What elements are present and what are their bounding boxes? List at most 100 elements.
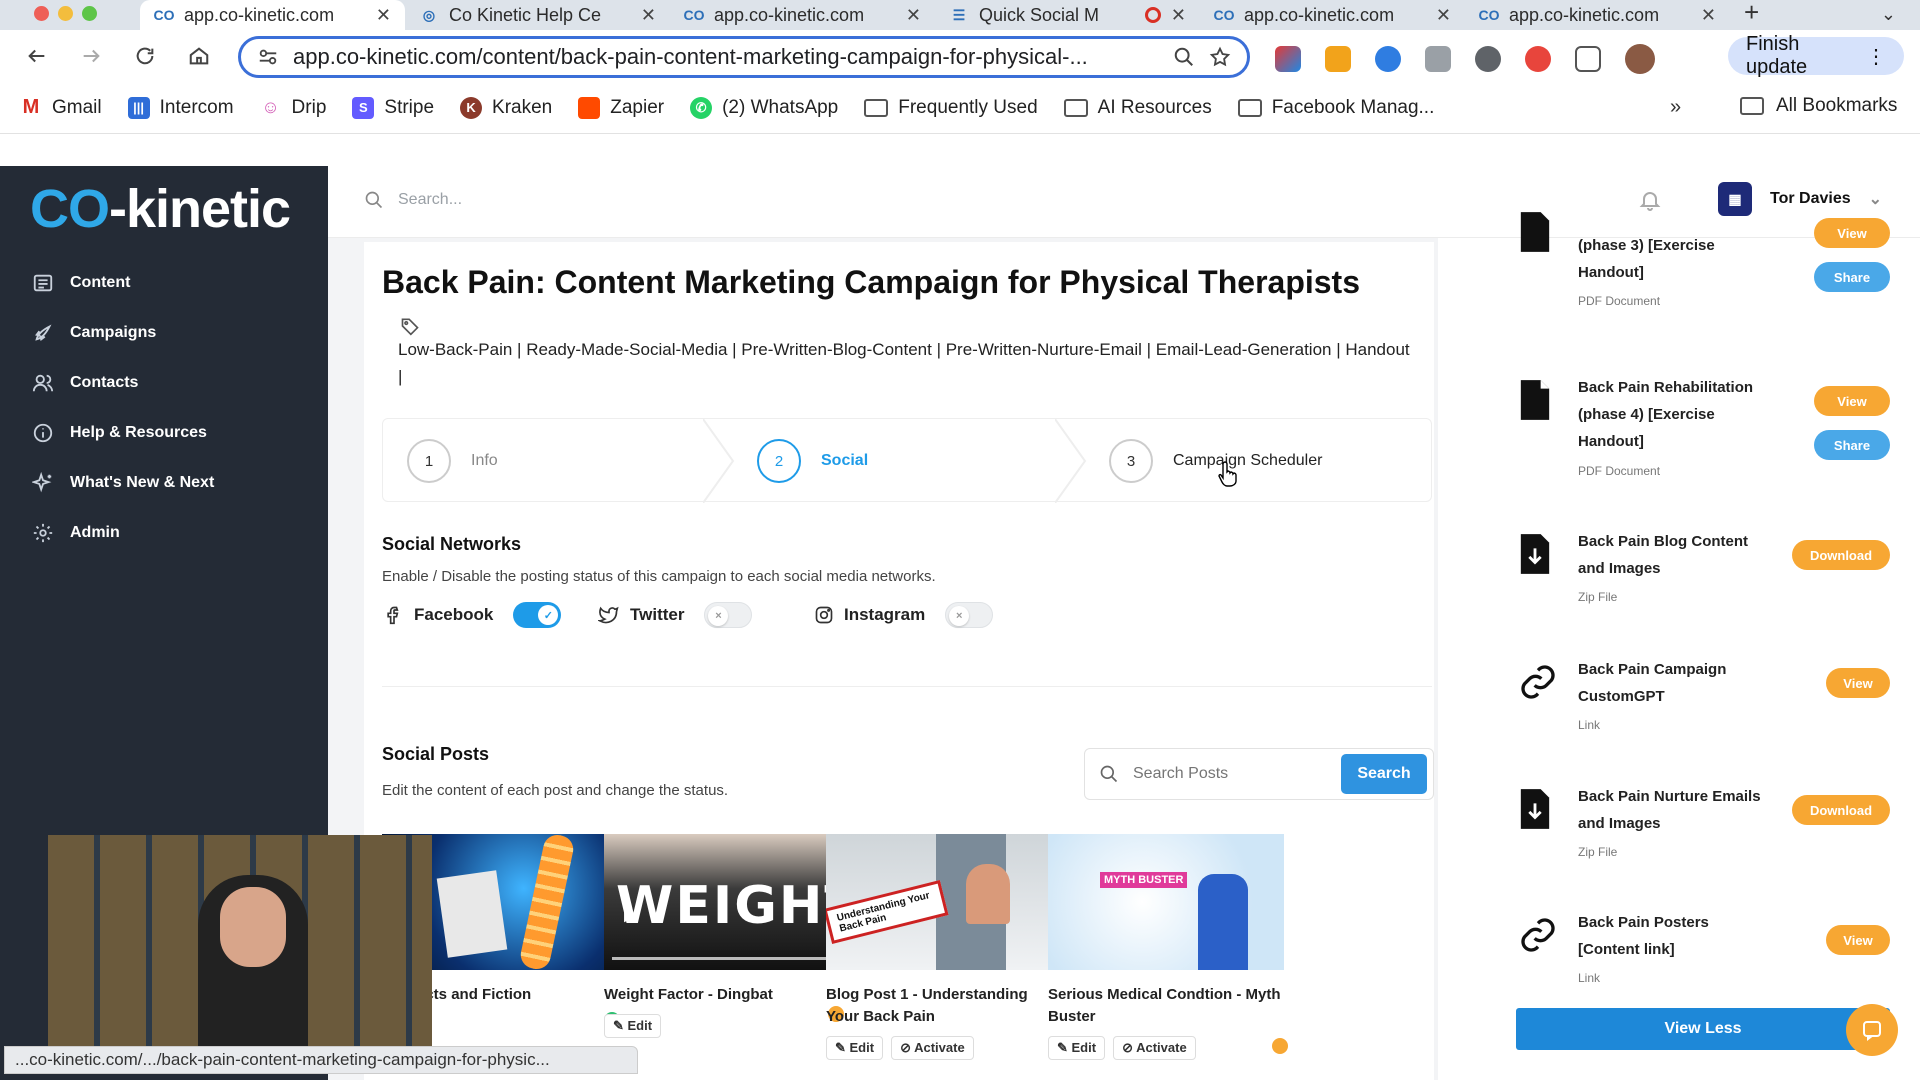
chevron-down-icon: ⌄: [1868, 191, 1883, 208]
edit-post-button[interactable]: ✎ Edit: [826, 1036, 884, 1060]
view-less-button[interactable]: View Less: [1516, 1008, 1890, 1050]
browser-tab[interactable]: CO app.co-kinetic.com ✕: [1465, 0, 1730, 30]
post-thumbnail[interactable]: MYTH BUSTER: [1048, 834, 1284, 970]
tab-search-chevron-icon[interactable]: ⌄: [1881, 4, 1896, 25]
close-tab-icon[interactable]: ✕: [1436, 5, 1451, 26]
instagram-toggle[interactable]: ×: [945, 602, 994, 628]
co-kinetic-favicon-icon: CO: [1478, 7, 1500, 23]
bookmark-folder-ai-resources[interactable]: AI Resources: [1063, 97, 1212, 119]
post-card[interactable]: WEIGHT ▶ Weight Factor - Dingbat ✎ Edit: [604, 834, 844, 1038]
step-info[interactable]: 1 Info: [407, 439, 498, 483]
bookmark-folder-frequently-used[interactable]: Frequently Used: [864, 97, 1038, 119]
bookmark-folder-facebook[interactable]: Facebook Manag...: [1237, 97, 1434, 119]
bookmark-intercom[interactable]: ||| Intercom: [127, 96, 234, 119]
nav-item-campaigns[interactable]: Campaigns: [32, 322, 156, 344]
download-button[interactable]: Download: [1792, 540, 1890, 570]
notifications-button[interactable]: [1638, 188, 1662, 212]
extension-icon[interactable]: [1375, 46, 1401, 72]
view-button[interactable]: View: [1826, 668, 1890, 698]
nav-item-contacts[interactable]: Contacts: [32, 372, 138, 394]
search-input[interactable]: Search...: [398, 191, 462, 209]
step-social[interactable]: 2 Social: [757, 439, 868, 483]
close-tab-icon[interactable]: ✕: [906, 5, 921, 26]
post-thumbnail[interactable]: WEIGHT ▶: [604, 834, 840, 970]
view-button[interactable]: View: [1814, 386, 1890, 416]
browser-tab[interactable]: CO app.co-kinetic.com ✕: [140, 0, 405, 30]
bookmarks-overflow-button[interactable]: »: [1670, 96, 1681, 119]
close-tab-icon[interactable]: ✕: [641, 5, 656, 26]
forward-button[interactable]: [64, 45, 118, 67]
extension-icon[interactable]: [1475, 46, 1501, 72]
recording-icon: [1144, 7, 1161, 23]
post-card[interactable]: Understanding Your Back Pain Blog Post 1…: [826, 834, 1066, 1060]
co-kinetic-favicon-icon: CO: [153, 7, 175, 23]
close-tab-icon[interactable]: ✕: [376, 5, 391, 26]
browser-tab[interactable]: CO app.co-kinetic.com ✕: [1200, 0, 1465, 30]
extension-icon[interactable]: [1275, 46, 1301, 72]
patient-image: [966, 864, 1010, 924]
nav-item-whats-new[interactable]: What's New & Next: [32, 472, 214, 494]
nav-item-admin[interactable]: Admin: [32, 522, 120, 544]
post-thumbnail[interactable]: Understanding Your Back Pain: [826, 834, 1062, 970]
bookmark-whatsapp[interactable]: ✆ (2) WhatsApp: [690, 96, 838, 119]
address-bar[interactable]: app.co-kinetic.com/content/back-pain-con…: [238, 36, 1250, 78]
facebook-icon: [387, 606, 399, 625]
puzzle-extensions-icon[interactable]: [1575, 46, 1601, 72]
browser-tab[interactable]: ☰ Quick Social M ✕: [935, 0, 1200, 30]
step-campaign-scheduler[interactable]: 3 Campaign Scheduler: [1109, 439, 1322, 483]
bookmark-gmail[interactable]: M Gmail: [20, 96, 102, 119]
activate-post-button[interactable]: ⊘ Activate: [1113, 1036, 1196, 1060]
view-button[interactable]: View: [1814, 218, 1890, 248]
search-posts-input[interactable]: [1133, 765, 1323, 783]
chat-launcher-button[interactable]: [1846, 1004, 1898, 1056]
all-bookmarks-button[interactable]: All Bookmarks: [1740, 95, 1897, 117]
social-networks-heading: Social Networks: [382, 534, 522, 554]
profile-avatar[interactable]: [1625, 44, 1655, 74]
home-button[interactable]: [172, 45, 226, 67]
twitter-toggle[interactable]: ×: [704, 602, 753, 628]
co-kinetic-logo[interactable]: CO-kinetic: [30, 178, 291, 240]
user-menu[interactable]: ▦ Tor Davies ⌄: [1718, 182, 1882, 216]
video-progress-bar[interactable]: [612, 957, 832, 960]
edit-post-button[interactable]: ✎ Edit: [604, 1014, 662, 1038]
download-button[interactable]: Download: [1792, 795, 1890, 825]
activate-post-button[interactable]: ⊘ Activate: [891, 1036, 974, 1060]
search-posts-button[interactable]: Search: [1341, 754, 1427, 794]
view-button[interactable]: View: [1826, 925, 1890, 955]
bookmark-drip[interactable]: ☺ Drip: [259, 96, 326, 119]
browser-tab[interactable]: ◎ Co Kinetic Help Ce ✕: [405, 0, 670, 30]
close-tab-icon[interactable]: ✕: [1171, 5, 1186, 26]
back-button[interactable]: [10, 45, 64, 67]
zoom-icon[interactable]: [1173, 46, 1195, 68]
reload-button[interactable]: [118, 45, 172, 67]
folder-icon: [864, 98, 889, 117]
minimize-window-button[interactable]: [58, 6, 73, 21]
finish-update-button[interactable]: Finish update ⋮: [1728, 33, 1904, 78]
bookmark-zapier[interactable]: Zapier: [578, 96, 664, 119]
nav-item-content[interactable]: Content: [32, 272, 130, 294]
close-tab-icon[interactable]: ✕: [1701, 5, 1716, 26]
camera-extension-icon[interactable]: [1425, 46, 1451, 72]
maximize-window-button[interactable]: [82, 6, 97, 21]
facebook-toggle[interactable]: ✓: [513, 602, 562, 628]
nav-item-help-resources[interactable]: Help & Resources: [32, 422, 207, 444]
site-settings-icon[interactable]: [257, 46, 279, 68]
share-button[interactable]: Share: [1814, 262, 1890, 292]
social-posts-description: Edit the content of each post and change…: [382, 782, 729, 799]
edit-post-button[interactable]: ✎ Edit: [1048, 1036, 1106, 1060]
url-text[interactable]: app.co-kinetic.com/content/back-pain-con…: [293, 44, 1159, 70]
global-search[interactable]: Search...: [364, 190, 462, 210]
browser-tab[interactable]: CO app.co-kinetic.com ✕: [670, 0, 935, 30]
close-window-button[interactable]: [34, 6, 49, 21]
gmail-icon: M: [20, 96, 42, 119]
play-icon[interactable]: ▶: [624, 904, 638, 925]
bookmark-star-icon[interactable]: [1209, 46, 1231, 68]
post-card[interactable]: MYTH BUSTER Serious Medical Condtion - M…: [1048, 834, 1288, 1060]
bookmark-kraken[interactable]: K Kraken: [460, 96, 552, 119]
new-tab-button[interactable]: +: [1730, 0, 1759, 30]
share-button[interactable]: Share: [1814, 430, 1890, 460]
co-kinetic-favicon-icon: CO: [683, 7, 705, 23]
extension-icon[interactable]: [1525, 46, 1551, 72]
bookmark-stripe[interactable]: S Stripe: [352, 96, 434, 119]
extension-icon[interactable]: [1325, 46, 1351, 72]
